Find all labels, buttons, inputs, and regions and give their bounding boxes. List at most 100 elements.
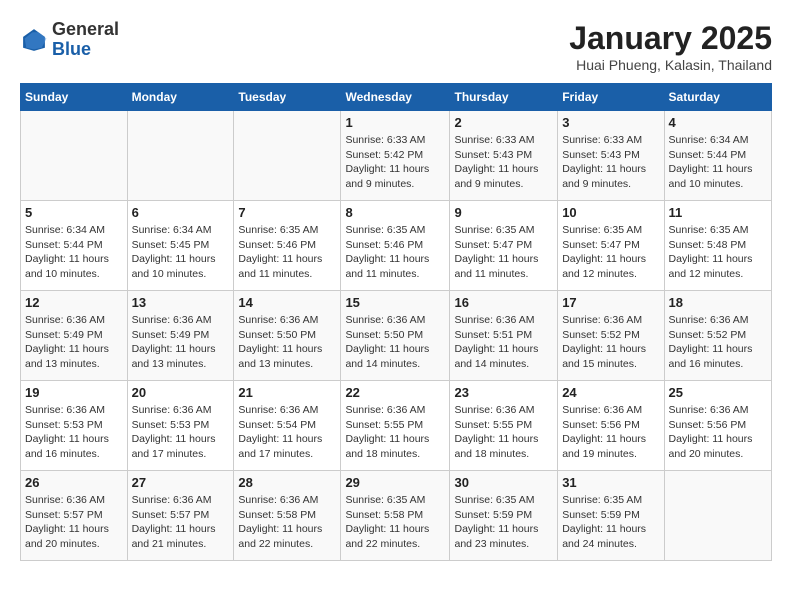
calendar-cell: 14 Sunrise: 6:36 AM Sunset: 5:50 PM Dayli…	[234, 291, 341, 381]
day-info: Sunrise: 6:36 AM Sunset: 5:49 PM Dayligh…	[132, 313, 230, 372]
calendar-cell	[21, 111, 128, 201]
day-number: 10	[562, 205, 659, 220]
day-number: 24	[562, 385, 659, 400]
weekday-header-tuesday: Tuesday	[234, 84, 341, 111]
day-number: 13	[132, 295, 230, 310]
day-info: Sunrise: 6:36 AM Sunset: 5:56 PM Dayligh…	[562, 403, 659, 462]
calendar-cell: 20 Sunrise: 6:36 AM Sunset: 5:53 PM Dayli…	[127, 381, 234, 471]
day-number: 17	[562, 295, 659, 310]
weekday-header-friday: Friday	[558, 84, 664, 111]
weekday-header-thursday: Thursday	[450, 84, 558, 111]
day-info: Sunrise: 6:36 AM Sunset: 5:50 PM Dayligh…	[345, 313, 445, 372]
day-number: 15	[345, 295, 445, 310]
day-number: 4	[669, 115, 767, 130]
weekday-header-saturday: Saturday	[664, 84, 771, 111]
day-info: Sunrise: 6:34 AM Sunset: 5:44 PM Dayligh…	[25, 223, 123, 282]
calendar-cell	[234, 111, 341, 201]
day-number: 23	[454, 385, 553, 400]
calendar-cell: 17 Sunrise: 6:36 AM Sunset: 5:52 PM Dayli…	[558, 291, 664, 381]
day-number: 5	[25, 205, 123, 220]
location-text: Huai Phueng, Kalasin, Thailand	[569, 57, 772, 73]
calendar-cell: 12Sunrise: 6:36 AM Sunset: 5:49 PM Dayli…	[21, 291, 128, 381]
day-info: Sunrise: 6:34 AM Sunset: 5:44 PM Dayligh…	[669, 133, 767, 192]
day-number: 11	[669, 205, 767, 220]
day-info: Sunrise: 6:36 AM Sunset: 5:53 PM Dayligh…	[25, 403, 123, 462]
calendar-cell: 31Sunrise: 6:35 AM Sunset: 5:59 PM Dayli…	[558, 471, 664, 561]
day-info: Sunrise: 6:35 AM Sunset: 5:47 PM Dayligh…	[454, 223, 553, 282]
day-info: Sunrise: 6:36 AM Sunset: 5:51 PM Dayligh…	[454, 313, 553, 372]
day-number: 2	[454, 115, 553, 130]
day-info: Sunrise: 6:35 AM Sunset: 5:48 PM Dayligh…	[669, 223, 767, 282]
calendar-cell: 8 Sunrise: 6:35 AM Sunset: 5:46 PM Daylig…	[341, 201, 450, 291]
day-info: Sunrise: 6:36 AM Sunset: 5:49 PM Dayligh…	[25, 313, 123, 372]
calendar-cell: 5 Sunrise: 6:34 AM Sunset: 5:44 PM Daylig…	[21, 201, 128, 291]
calendar-cell: 30Sunrise: 6:35 AM Sunset: 5:59 PM Dayli…	[450, 471, 558, 561]
calendar-cell: 24 Sunrise: 6:36 AM Sunset: 5:56 PM Dayli…	[558, 381, 664, 471]
calendar-week-row: 5 Sunrise: 6:34 AM Sunset: 5:44 PM Daylig…	[21, 201, 772, 291]
day-number: 14	[238, 295, 336, 310]
day-info: Sunrise: 6:35 AM Sunset: 5:59 PM Dayligh…	[454, 493, 553, 552]
logo: General Blue	[20, 20, 119, 60]
calendar-cell: 9Sunrise: 6:35 AM Sunset: 5:47 PM Daylig…	[450, 201, 558, 291]
day-info: Sunrise: 6:36 AM Sunset: 5:54 PM Dayligh…	[238, 403, 336, 462]
day-info: Sunrise: 6:36 AM Sunset: 5:58 PM Dayligh…	[238, 493, 336, 552]
day-number: 6	[132, 205, 230, 220]
logo-general: General	[52, 19, 119, 39]
month-year-title: January 2025	[569, 20, 772, 57]
calendar-cell: 1Sunrise: 6:33 AM Sunset: 5:42 PM Daylig…	[341, 111, 450, 201]
calendar-cell: 3 Sunrise: 6:33 AM Sunset: 5:43 PM Daylig…	[558, 111, 664, 201]
day-info: Sunrise: 6:36 AM Sunset: 5:55 PM Dayligh…	[454, 403, 553, 462]
calendar-cell: 28Sunrise: 6:36 AM Sunset: 5:58 PM Dayli…	[234, 471, 341, 561]
day-info: Sunrise: 6:33 AM Sunset: 5:43 PM Dayligh…	[562, 133, 659, 192]
calendar-cell	[127, 111, 234, 201]
logo-icon	[20, 26, 48, 54]
calendar-cell: 15 Sunrise: 6:36 AM Sunset: 5:50 PM Dayli…	[341, 291, 450, 381]
day-info: Sunrise: 6:35 AM Sunset: 5:58 PM Dayligh…	[345, 493, 445, 552]
day-number: 8	[345, 205, 445, 220]
weekday-header-wednesday: Wednesday	[341, 84, 450, 111]
day-number: 18	[669, 295, 767, 310]
calendar-cell: 29 Sunrise: 6:35 AM Sunset: 5:58 PM Dayli…	[341, 471, 450, 561]
day-number: 3	[562, 115, 659, 130]
calendar-cell: 19 Sunrise: 6:36 AM Sunset: 5:53 PM Dayli…	[21, 381, 128, 471]
day-number: 27	[132, 475, 230, 490]
calendar-cell: 27 Sunrise: 6:36 AM Sunset: 5:57 PM Dayli…	[127, 471, 234, 561]
day-info: Sunrise: 6:36 AM Sunset: 5:53 PM Dayligh…	[132, 403, 230, 462]
day-info: Sunrise: 6:36 AM Sunset: 5:52 PM Dayligh…	[562, 313, 659, 372]
calendar-cell: 18Sunrise: 6:36 AM Sunset: 5:52 PM Dayli…	[664, 291, 771, 381]
calendar-cell: 13 Sunrise: 6:36 AM Sunset: 5:49 PM Dayli…	[127, 291, 234, 381]
calendar-cell: 21Sunrise: 6:36 AM Sunset: 5:54 PM Dayli…	[234, 381, 341, 471]
day-info: Sunrise: 6:35 AM Sunset: 5:47 PM Dayligh…	[562, 223, 659, 282]
day-info: Sunrise: 6:36 AM Sunset: 5:55 PM Dayligh…	[345, 403, 445, 462]
calendar-cell: 7Sunrise: 6:35 AM Sunset: 5:46 PM Daylig…	[234, 201, 341, 291]
calendar-body: 1Sunrise: 6:33 AM Sunset: 5:42 PM Daylig…	[21, 111, 772, 561]
calendar-cell: 6Sunrise: 6:34 AM Sunset: 5:45 PM Daylig…	[127, 201, 234, 291]
day-number: 22	[345, 385, 445, 400]
weekday-header-monday: Monday	[127, 84, 234, 111]
calendar-cell: 23 Sunrise: 6:36 AM Sunset: 5:55 PM Dayli…	[450, 381, 558, 471]
calendar-cell	[664, 471, 771, 561]
logo-blue: Blue	[52, 39, 91, 59]
day-number: 31	[562, 475, 659, 490]
day-number: 20	[132, 385, 230, 400]
day-number: 29	[345, 475, 445, 490]
calendar-week-row: 1Sunrise: 6:33 AM Sunset: 5:42 PM Daylig…	[21, 111, 772, 201]
weekday-header-row: SundayMondayTuesdayWednesdayThursdayFrid…	[21, 84, 772, 111]
day-number: 19	[25, 385, 123, 400]
day-number: 16	[454, 295, 553, 310]
calendar-week-row: 26 Sunrise: 6:36 AM Sunset: 5:57 PM Dayli…	[21, 471, 772, 561]
day-number: 26	[25, 475, 123, 490]
calendar-cell: 25Sunrise: 6:36 AM Sunset: 5:56 PM Dayli…	[664, 381, 771, 471]
calendar-table: SundayMondayTuesdayWednesdayThursdayFrid…	[20, 83, 772, 561]
calendar-cell: 10 Sunrise: 6:35 AM Sunset: 5:47 PM Dayli…	[558, 201, 664, 291]
calendar-cell: 11 Sunrise: 6:35 AM Sunset: 5:48 PM Dayli…	[664, 201, 771, 291]
calendar-header: SundayMondayTuesdayWednesdayThursdayFrid…	[21, 84, 772, 111]
day-number: 25	[669, 385, 767, 400]
day-info: Sunrise: 6:36 AM Sunset: 5:57 PM Dayligh…	[132, 493, 230, 552]
day-info: Sunrise: 6:36 AM Sunset: 5:50 PM Dayligh…	[238, 313, 336, 372]
day-number: 7	[238, 205, 336, 220]
day-info: Sunrise: 6:33 AM Sunset: 5:43 PM Dayligh…	[454, 133, 553, 192]
title-block: January 2025 Huai Phueng, Kalasin, Thail…	[569, 20, 772, 73]
day-info: Sunrise: 6:35 AM Sunset: 5:46 PM Dayligh…	[345, 223, 445, 282]
page-header: General Blue January 2025 Huai Phueng, K…	[20, 20, 772, 73]
